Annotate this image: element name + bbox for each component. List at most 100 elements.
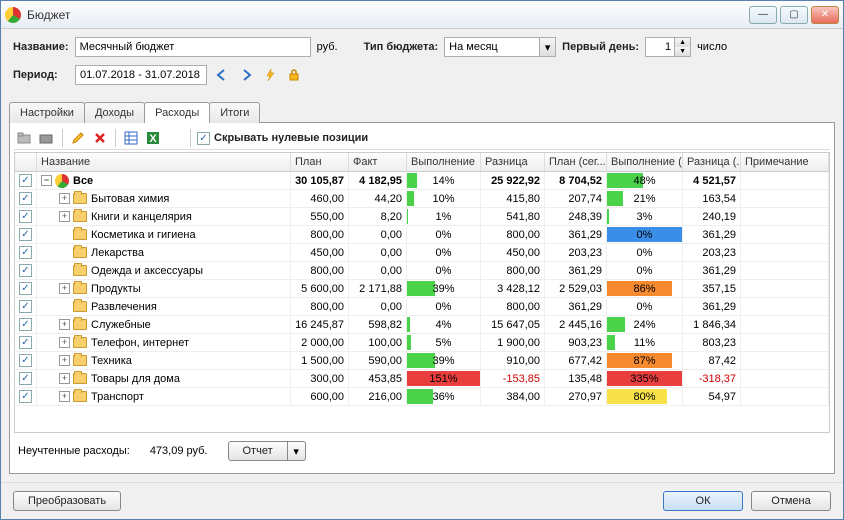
table-row[interactable]: ✓Одежда и аксессуары800,000,000%800,0036… (15, 262, 829, 280)
new-folder-icon[interactable] (16, 129, 34, 147)
row-checkbox[interactable]: ✓ (19, 354, 32, 367)
row-checkbox[interactable]: ✓ (19, 300, 32, 313)
ok-button[interactable]: ОК (663, 491, 743, 511)
table-row[interactable]: ✓Лекарства450,000,000%450,00203,230%203,… (15, 244, 829, 262)
row-checkbox[interactable]: ✓ (19, 228, 32, 241)
lightning-icon[interactable] (261, 66, 279, 84)
cell-diff-today: 361,29 (683, 262, 741, 279)
row-name: Косметика и гигиена (91, 229, 196, 241)
expand-icon[interactable]: + (59, 283, 70, 294)
cell-note (741, 262, 829, 279)
chevron-down-icon[interactable]: ▾ (288, 441, 306, 461)
chart-icon[interactable] (166, 129, 184, 147)
cell-fact: 0,00 (349, 298, 407, 315)
tab-settings[interactable]: Настройки (9, 102, 85, 123)
cell-exec-today: 3% (607, 208, 683, 225)
cell-plan: 450,00 (291, 244, 349, 261)
cancel-button[interactable]: Отмена (751, 491, 831, 511)
row-checkbox[interactable]: ✓ (19, 192, 32, 205)
arrow-right-icon[interactable] (237, 66, 255, 84)
window-title: Бюджет (27, 8, 749, 22)
row-name: Продукты (91, 283, 141, 295)
report-button[interactable]: Отчет ▾ (228, 441, 306, 461)
tab-expenses[interactable]: Расходы (144, 102, 210, 123)
firstday-spinner[interactable]: ▲▼ (645, 37, 691, 57)
maximize-button[interactable]: ▢ (780, 6, 808, 24)
tab-totals[interactable]: Итоги (209, 102, 260, 123)
edit-icon[interactable] (69, 129, 87, 147)
expand-icon[interactable]: + (59, 211, 70, 222)
row-checkbox[interactable]: ✓ (19, 246, 32, 259)
cell-plan-today: 8 704,52 (545, 172, 607, 189)
expand-icon[interactable]: + (59, 319, 70, 330)
expand-icon[interactable]: + (59, 193, 70, 204)
table-row[interactable]: ✓+Телефон, интернет2 000,00100,005%1 900… (15, 334, 829, 352)
col-exec2[interactable]: Выполнение (... (607, 153, 683, 171)
cell-diff-today: 54,97 (683, 388, 741, 405)
period-input[interactable] (75, 65, 207, 85)
tab-income[interactable]: Доходы (84, 102, 145, 123)
col-plan2[interactable]: План (сег... (545, 153, 607, 171)
cell-diff: 800,00 (481, 262, 545, 279)
excel-icon[interactable]: X (144, 129, 162, 147)
folder-icon (73, 229, 87, 240)
grid[interactable]: Название План Факт Выполнение Разница Пл… (14, 152, 830, 433)
expand-icon[interactable]: − (41, 175, 52, 186)
table-row[interactable]: ✓−Все30 105,874 182,9514%25 922,928 704,… (15, 172, 829, 190)
row-checkbox[interactable]: ✓ (19, 318, 32, 331)
col-fact[interactable]: Факт (349, 153, 407, 171)
col-note[interactable]: Примечание (741, 153, 829, 171)
table-row[interactable]: ✓+Книги и канцелярия550,008,201%541,8024… (15, 208, 829, 226)
expand-icon[interactable]: + (59, 337, 70, 348)
col-name[interactable]: Название (37, 153, 291, 171)
row-checkbox[interactable]: ✓ (19, 282, 32, 295)
table-row[interactable]: ✓Развлечения800,000,000%800,00361,290%36… (15, 298, 829, 316)
table-row[interactable]: ✓+Служебные16 245,87598,824%15 647,052 4… (15, 316, 829, 334)
table-row[interactable]: ✓+Товары для дома300,00453,85151%-153,85… (15, 370, 829, 388)
col-diff[interactable]: Разница (481, 153, 545, 171)
hide-zero-checkbox[interactable]: ✓ (197, 132, 210, 145)
col-diff2[interactable]: Разница (... (683, 153, 741, 171)
row-checkbox[interactable]: ✓ (19, 372, 32, 385)
row-checkbox[interactable]: ✓ (19, 174, 32, 187)
cell-exec: 5% (407, 334, 481, 351)
arrow-left-icon[interactable] (213, 66, 231, 84)
currency-label: руб. (317, 41, 338, 53)
expand-icon[interactable]: + (59, 391, 70, 402)
firstday-value[interactable] (646, 38, 674, 56)
cell-exec: 14% (407, 172, 481, 189)
col-exec[interactable]: Выполнение (407, 153, 481, 171)
budget-type-select[interactable]: На месяц ▾ (444, 37, 556, 57)
expand-icon[interactable]: + (59, 355, 70, 366)
cell-plan: 300,00 (291, 370, 349, 387)
spin-down-icon[interactable]: ▼ (674, 47, 690, 56)
cell-diff-today: 361,29 (683, 298, 741, 315)
cell-plan: 550,00 (291, 208, 349, 225)
cell-fact: 2 171,88 (349, 280, 407, 297)
table-row[interactable]: ✓+Продукты5 600,002 171,8839%3 428,122 5… (15, 280, 829, 298)
name-input[interactable] (75, 37, 311, 57)
close-button[interactable]: ✕ (811, 6, 839, 24)
row-checkbox[interactable]: ✓ (19, 336, 32, 349)
table-row[interactable]: ✓+Бытовая химия460,0044,2010%415,80207,7… (15, 190, 829, 208)
row-checkbox[interactable]: ✓ (19, 390, 32, 403)
table-icon[interactable] (122, 129, 140, 147)
table-row[interactable]: ✓Косметика и гигиена800,000,000%800,0036… (15, 226, 829, 244)
row-checkbox[interactable]: ✓ (19, 210, 32, 223)
row-checkbox[interactable]: ✓ (19, 264, 32, 277)
table-row[interactable]: ✓+Транспорт600,00216,0036%384,00270,9780… (15, 388, 829, 406)
delete-icon[interactable] (91, 129, 109, 147)
row-name: Техника (91, 355, 132, 367)
spin-up-icon[interactable]: ▲ (674, 38, 690, 47)
table-row[interactable]: ✓+Техника1 500,00590,0039%910,00677,4287… (15, 352, 829, 370)
minimize-button[interactable]: — (749, 6, 777, 24)
transform-button[interactable]: Преобразовать (13, 491, 121, 511)
open-folder-icon[interactable] (38, 129, 56, 147)
folder-icon (73, 211, 87, 222)
pie-icon (55, 174, 69, 188)
cell-plan-today: 677,42 (545, 352, 607, 369)
lock-icon[interactable] (285, 66, 303, 84)
expand-icon[interactable]: + (59, 373, 70, 384)
col-plan[interactable]: План (291, 153, 349, 171)
cell-exec: 1% (407, 208, 481, 225)
